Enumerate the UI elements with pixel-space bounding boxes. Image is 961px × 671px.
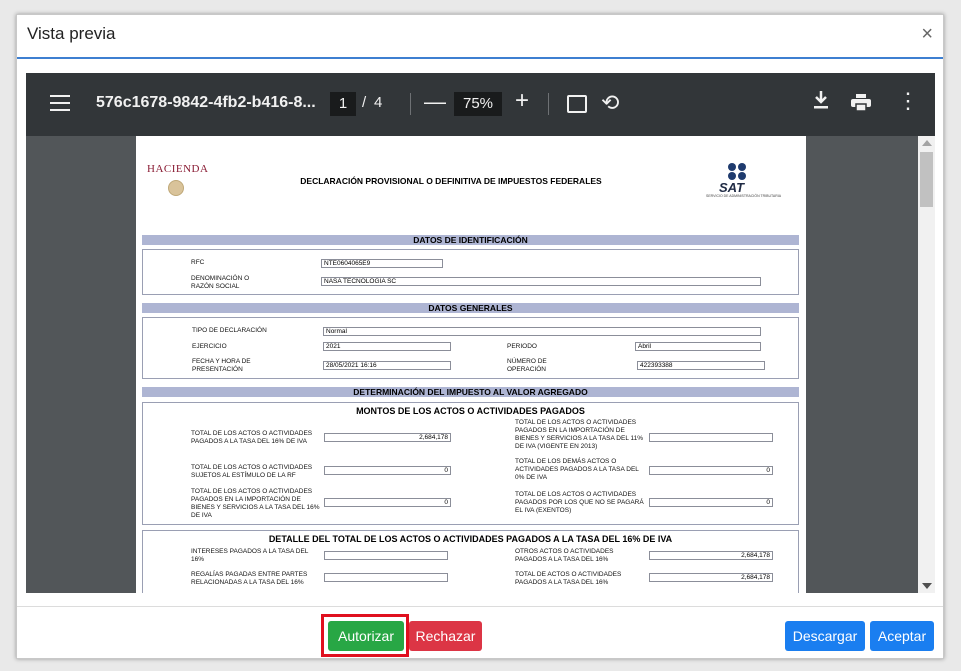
hacienda-logo: HACIENDA bbox=[147, 163, 209, 175]
page-number-input[interactable]: 1 bbox=[330, 92, 356, 116]
m2-label-4: DE IVA (VIGENTE EN 2013) bbox=[515, 443, 598, 450]
zoom-input[interactable]: 75% bbox=[454, 92, 502, 116]
m2-label-1: TOTAL DE LOS ACTOS O ACTIVIDADES bbox=[515, 419, 637, 426]
m5-label-4: DE IVA bbox=[191, 512, 212, 519]
sat-subtitle: SERVICIO DE ADMINISTRACIÓN TRIBUTARIA bbox=[706, 194, 782, 198]
m4-label-1: TOTAL DE LOS DEMÁS ACTOS O bbox=[515, 458, 617, 465]
highlight-box bbox=[321, 614, 409, 657]
aceptar-button[interactable]: Aceptar bbox=[870, 621, 934, 651]
d3-field bbox=[324, 573, 448, 582]
detalle-heading: DETALLE DEL TOTAL DE LOS ACTOS O ACTIVID… bbox=[268, 534, 673, 544]
montos-heading: MONTOS DE LOS ACTOS O ACTIVIDADES PAGADO… bbox=[356, 406, 585, 416]
m4-label-2: ACTIVIDADES PAGADOS A LA TASA DEL bbox=[515, 466, 639, 473]
m5-label-1: TOTAL DE LOS ACTOS O ACTIVIDADES bbox=[191, 488, 313, 495]
rfc-label: RFC bbox=[191, 259, 205, 266]
rfc-field: NTE0604065E9 bbox=[321, 259, 443, 268]
descargar-button[interactable]: Descargar bbox=[785, 621, 865, 651]
m2-label-2: PAGADOS EN LA IMPORTACIÓN DE bbox=[515, 427, 625, 434]
m6-field: 0 bbox=[649, 498, 773, 507]
document-title: DECLARACIÓN PROVISIONAL O DEFINITIVA DE … bbox=[300, 176, 602, 186]
modal-title: Vista previa bbox=[27, 24, 116, 43]
scroll-down-icon[interactable] bbox=[922, 583, 932, 589]
modal-footer: Autorizar Rechazar Descargar Aceptar bbox=[17, 606, 943, 660]
page-separator: / bbox=[362, 94, 367, 111]
d4-label-2: PAGADOS A LA TASA DEL 16% bbox=[515, 579, 609, 586]
d1-label-2: 16% bbox=[191, 556, 205, 563]
d1-label-1: INTERESES PAGADOS A LA TASA DEL bbox=[191, 548, 309, 555]
viewer-scrollbar[interactable] bbox=[918, 136, 935, 593]
operacion-label-1: NÚMERO DE bbox=[507, 358, 547, 365]
toolbar-divider bbox=[548, 93, 549, 115]
d3-label-2: RELACIONADAS A LA TASA DEL 16% bbox=[191, 579, 304, 586]
m2-field bbox=[649, 433, 773, 442]
m6-label-2: PAGADOS POR LOS QUE NO SE PAGARÁ bbox=[515, 499, 644, 506]
m6-label-3: EL IVA (EXENTOS) bbox=[515, 507, 572, 514]
pdf-page: HACIENDA DECLARACIÓN PROVISIONAL O DEFIN… bbox=[136, 136, 806, 593]
menu-icon[interactable] bbox=[50, 95, 70, 111]
m5-field: 0 bbox=[324, 498, 451, 507]
d2-field: 2,684,178 bbox=[649, 551, 773, 560]
screen-frame: Vista previa × 576c1678-9842-4fb2-b416-8… bbox=[0, 0, 961, 671]
pdf-toolbar: 576c1678-9842-4fb2-b416-8... 1 / 4 — 75%… bbox=[26, 73, 935, 136]
scroll-up-icon[interactable] bbox=[922, 140, 932, 146]
ejercicio-field: 2021 bbox=[323, 342, 451, 351]
d2-label-1: OTROS ACTOS O ACTIVIDADES bbox=[515, 548, 614, 555]
operacion-field: 422393388 bbox=[637, 361, 765, 370]
pdf-viewer: 576c1678-9842-4fb2-b416-8... 1 / 4 — 75%… bbox=[26, 73, 935, 593]
periodo-field: Abril bbox=[635, 342, 761, 351]
m1-label-1: TOTAL DE LOS ACTOS O ACTIVIDADES bbox=[191, 430, 313, 437]
page-total: 4 bbox=[374, 94, 383, 111]
m5-label-2: PAGADOS EN LA IMPORTACIÓN DE bbox=[191, 496, 301, 503]
m4-field: 0 bbox=[649, 466, 773, 475]
modal-header: Vista previa × bbox=[17, 15, 943, 59]
section-iva: DETERMINACIÓN DEL IMPUESTO AL VALOR AGRE… bbox=[142, 387, 799, 397]
identificacion-box: RFC NTE0604065E9 DENOMINACIÓN O RAZÓN SO… bbox=[142, 249, 799, 295]
section-identificacion: DATOS DE IDENTIFICACIÓN bbox=[142, 235, 799, 245]
print-icon[interactable] bbox=[851, 94, 871, 112]
m1-label-2: PAGADOS A LA TASA DEL 16% DE IVA bbox=[191, 438, 307, 445]
m3-label-2: SUJETOS AL ESTÍMULO DE LA RF bbox=[191, 472, 296, 479]
detalle-box: DETALLE DEL TOTAL DE LOS ACTOS O ACTIVID… bbox=[142, 530, 799, 593]
m5-label-3: BIENES Y SERVICIOS A LA TASA DEL 16% bbox=[191, 504, 320, 511]
periodo-label: PERIODO bbox=[507, 343, 537, 350]
m4-label-3: 0% DE IVA bbox=[515, 474, 548, 481]
razon-label-1: DENOMINACIÓN O bbox=[191, 275, 250, 282]
tipo-label: TIPO DE DECLARACIÓN bbox=[192, 327, 267, 334]
operacion-label-2: OPERACIÓN bbox=[507, 366, 547, 373]
m1-field: 2,684,178 bbox=[324, 433, 451, 442]
ejercicio-label: EJERCICIO bbox=[192, 343, 227, 350]
tipo-field: Normal bbox=[323, 327, 761, 336]
minus-icon[interactable]: — bbox=[424, 89, 446, 115]
scroll-thumb[interactable] bbox=[920, 152, 933, 207]
d3-label-1: REGALÍAS PAGADAS ENTRE PARTES bbox=[191, 571, 308, 578]
m3-label-1: TOTAL DE LOS ACTOS O ACTIVIDADES bbox=[191, 464, 313, 471]
toolbar-divider bbox=[410, 93, 411, 115]
download-icon[interactable] bbox=[812, 90, 830, 116]
close-icon[interactable]: × bbox=[921, 23, 933, 46]
fit-page-icon[interactable] bbox=[567, 95, 587, 113]
m3-field: 0 bbox=[324, 466, 451, 475]
sat-logo: SAT bbox=[719, 180, 745, 195]
d2-label-2: PAGADOS A LA TASA DEL 16% bbox=[515, 556, 609, 563]
generales-box: TIPO DE DECLARACIÓN Normal EJERCICIO 202… bbox=[142, 317, 799, 379]
pdf-filename: 576c1678-9842-4fb2-b416-8... bbox=[96, 94, 316, 111]
section-generales: DATOS GENERALES bbox=[142, 303, 799, 313]
d1-field bbox=[324, 551, 448, 560]
razon-label-2: RAZÓN SOCIAL bbox=[191, 283, 240, 290]
fecha-label-1: FECHA Y HORA DE bbox=[192, 358, 251, 365]
razon-field: NASA TECNOLOGIA SC bbox=[321, 277, 761, 286]
rotate-icon[interactable]: ⟲ bbox=[601, 90, 619, 116]
fecha-field: 28/05/2021 16:16 bbox=[323, 361, 451, 370]
d4-label-1: TOTAL DE ACTOS O ACTIVIDADES bbox=[515, 571, 622, 578]
rechazar-button[interactable]: Rechazar bbox=[409, 621, 482, 651]
m6-label-1: TOTAL DE LOS ACTOS O ACTIVIDADES bbox=[515, 491, 637, 498]
fecha-label-2: PRESENTACIÓN bbox=[192, 366, 243, 373]
d4-field: 2,684,178 bbox=[649, 573, 773, 582]
preview-modal: Vista previa × 576c1678-9842-4fb2-b416-8… bbox=[16, 14, 944, 659]
plus-icon[interactable]: + bbox=[515, 87, 529, 115]
sat-logo-icon bbox=[728, 163, 748, 181]
montos-box: MONTOS DE LOS ACTOS O ACTIVIDADES PAGADO… bbox=[142, 402, 799, 525]
m2-label-3: BIENES Y SERVICIOS A LA TASA DEL 11% bbox=[515, 435, 644, 442]
more-vert-icon[interactable]: ⋮ bbox=[897, 88, 919, 114]
